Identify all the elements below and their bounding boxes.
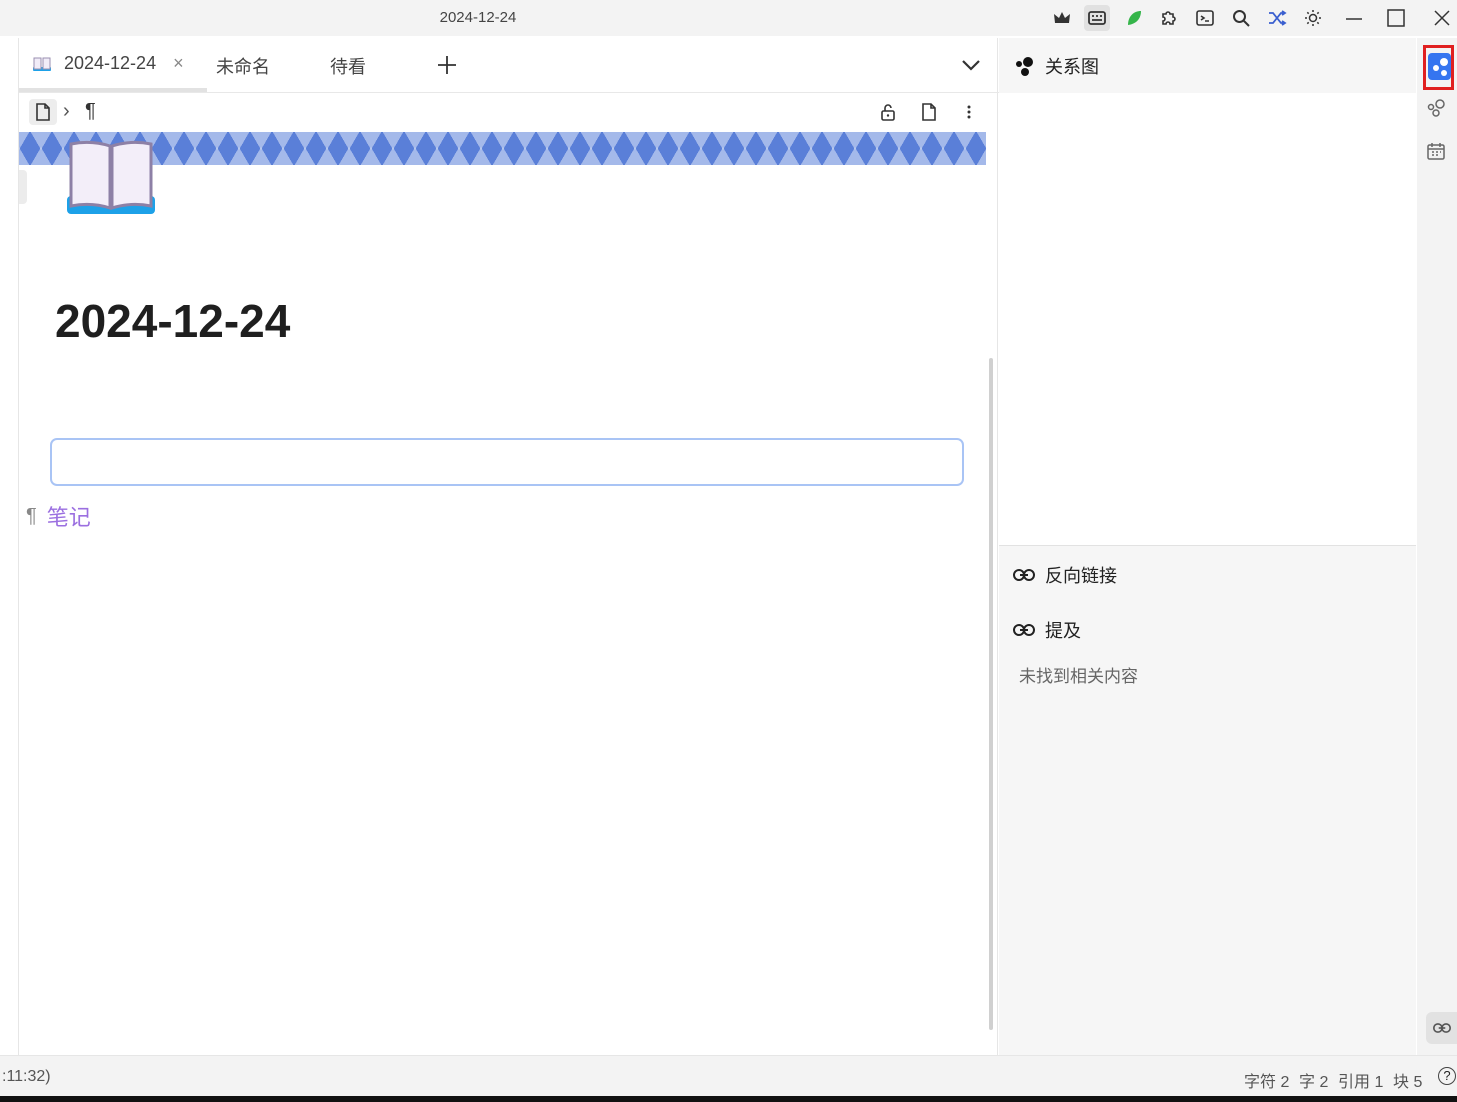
tab-label: 未命名	[216, 57, 270, 77]
word-count: 字 2	[1299, 1074, 1329, 1091]
graph-icon	[1428, 53, 1451, 80]
crown-icon[interactable]	[1049, 5, 1075, 31]
leaf-icon[interactable]	[1121, 5, 1147, 31]
document-title[interactable]: 2024-12-24	[55, 294, 290, 348]
breadcrumb: › ¶	[19, 94, 999, 130]
tab-unnamed[interactable]: 未命名	[216, 53, 270, 79]
window-title: 2024-12-24	[439, 9, 517, 26]
status-bar: :11:32) 字符 2 字 2 引用 1 块 5 ?	[0, 1055, 1457, 1096]
sun-icon[interactable]	[1300, 5, 1326, 31]
block-ref: ¶ 笔记	[26, 500, 91, 532]
minimize-icon[interactable]	[1341, 5, 1367, 31]
help-icon[interactable]: ?	[1438, 1067, 1456, 1085]
graph-outline-icon[interactable]	[1426, 98, 1446, 118]
graph-icon	[1013, 55, 1035, 77]
backlinks-title: 反向链接	[1045, 566, 1117, 586]
graph-header: 关系图	[999, 38, 1416, 93]
tab-close-icon[interactable]: ×	[173, 53, 184, 74]
calendar-icon[interactable]	[1426, 141, 1446, 161]
shuffle-icon[interactable]	[1264, 5, 1290, 31]
breadcrumb-paragraph[interactable]: ¶	[85, 100, 96, 123]
more-vertical-icon[interactable]	[965, 103, 973, 121]
search-icon[interactable]	[1228, 5, 1254, 31]
keyboard-icon[interactable]	[1084, 5, 1110, 31]
block-edit-input[interactable]	[50, 438, 964, 486]
mentions-row[interactable]: 提及	[1013, 617, 1081, 643]
status-left-text: :11:32)	[2, 1068, 51, 1085]
paragraph-mark[interactable]: ¶	[26, 505, 37, 528]
terminal-icon[interactable]	[1192, 5, 1218, 31]
block-count: 块 5	[1393, 1074, 1423, 1091]
open-book-icon	[32, 56, 52, 72]
close-window-icon[interactable]	[1429, 5, 1455, 31]
breadcrumb-separator: ›	[63, 100, 70, 122]
taskbar-strip	[0, 1096, 1457, 1102]
empty-result-text: 未找到相关内容	[1019, 667, 1138, 686]
active-tab-indicator	[19, 88, 207, 92]
tab-bar: 2024-12-24 × 未命名 待看	[19, 38, 999, 93]
left-sidebar-handle[interactable]	[19, 170, 27, 204]
unlock-icon[interactable]	[879, 103, 897, 121]
file-icon[interactable]	[921, 103, 937, 121]
backlinks-row[interactable]: 反向链接	[1013, 562, 1117, 588]
maximize-icon[interactable]	[1383, 5, 1409, 31]
link-icon	[1013, 568, 1035, 582]
link-icon[interactable]	[1426, 1012, 1457, 1044]
mentions-title: 提及	[1045, 621, 1081, 641]
open-book-icon[interactable]	[65, 138, 157, 218]
tab-label: 待看	[330, 57, 366, 77]
editor-scrollbar[interactable]	[989, 358, 993, 1030]
add-tab-plus-icon[interactable]	[435, 53, 459, 77]
char-count: 字符 2	[1244, 1074, 1290, 1091]
chevron-down-icon[interactable]	[959, 53, 983, 77]
right-dock	[1417, 38, 1457, 1055]
graph-title: 关系图	[1045, 57, 1099, 77]
doc-file-icon[interactable]	[29, 99, 57, 125]
title-bar: 2024-12-24	[0, 0, 1457, 36]
tab-2024-12-24[interactable]: 2024-12-24 ×	[32, 53, 184, 74]
link-icon	[1013, 623, 1035, 637]
graph-view-dock-button[interactable]	[1423, 45, 1454, 90]
right-panel: 关系图 反向链接 提及 未找到相关内容	[999, 38, 1416, 1055]
block-ref-link[interactable]: 笔记	[47, 500, 91, 532]
graph-title-row: 关系图	[1013, 53, 1099, 79]
editor-pane: 2024-12-24 × 未命名 待看 › ¶ 2024-12-24 ¶ 笔记	[18, 38, 999, 1055]
tab-to-watch[interactable]: 待看	[330, 53, 366, 79]
document-banner[interactable]	[19, 132, 986, 165]
ref-count: 引用 1	[1338, 1074, 1384, 1091]
graph-canvas[interactable]	[999, 93, 1416, 546]
puzzle-icon[interactable]	[1156, 5, 1182, 31]
tab-label: 2024-12-24	[64, 53, 157, 73]
